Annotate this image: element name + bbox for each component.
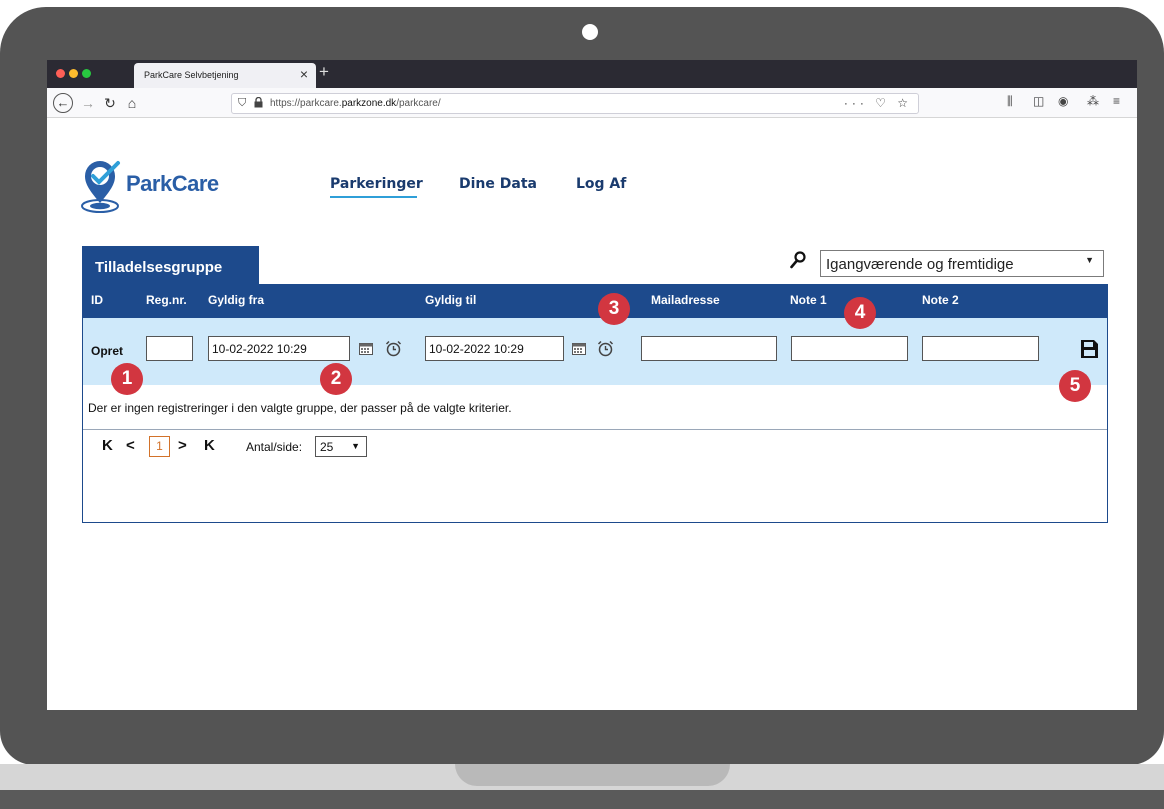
page-actions-icon[interactable]: ··· ♡ ☆ [844,96,912,110]
column-gyldig-fra[interactable]: Gyldig fra [208,293,264,307]
column-gyldig-til[interactable]: Gyldig til [425,293,476,307]
reload-icon[interactable]: ↻ [100,93,120,113]
column-note-2[interactable]: Note 2 [922,293,959,307]
search-icon [790,251,806,269]
callout-marker-1: 1 [111,363,143,395]
create-label: Opret [91,344,124,358]
page-content: ParkCare Parkeringer Dine Data Log Af Ti… [47,119,1137,710]
browser-tab-bar: ParkCare Selvbetjening × + [47,60,1137,88]
callout-marker-4: 4 [844,297,876,329]
shield-icon: ⛉ [238,97,247,109]
empty-message: Der er ingen registreringer i den valgte… [88,401,512,415]
alarm-clock-icon[interactable] [597,340,614,357]
filter-selected-value: Igangværende og fremtidige [826,256,1014,273]
note-2-input[interactable] [922,336,1039,361]
per-page-value: 25 [320,440,334,454]
webcam [582,24,598,40]
nav-log-af[interactable]: Log Af [576,176,626,192]
sidebar-icon[interactable]: ◫ [1033,94,1044,108]
permits-grid: ID Reg.nr. Gyldig fra Gyldig til Mailadr… [82,284,1108,523]
pager: K < 1 > K Antal/side: 25 ▼ [83,429,1107,462]
hamburger-menu-icon[interactable]: ≡ [1113,94,1120,108]
reg-nr-input[interactable] [146,336,193,361]
gyldig-fra-input[interactable]: 10-02-2022 10:29 [208,336,350,361]
address-bar[interactable]: ⛉ https://parkcare.parkzone.dk/parkcare/… [231,93,919,114]
note-1-input[interactable] [791,336,908,361]
home-icon[interactable]: ⌂ [122,93,142,113]
create-row: Opret 10-02-2022 10:29 10-02-2022 10:29 [83,318,1107,385]
new-tab-icon[interactable]: + [319,62,329,82]
per-page-label: Antal/side: [246,440,303,454]
calendar-icon[interactable] [359,343,373,355]
column-mailadresse[interactable]: Mailadresse [651,293,720,307]
close-window-button[interactable] [56,69,65,78]
column-reg-nr[interactable]: Reg.nr. [146,293,187,307]
tab-title: ParkCare Selvbetjening [144,70,239,80]
column-note-1[interactable]: Note 1 [790,293,827,307]
browser-toolbar: ← → ↻ ⌂ ⛉ https://parkcare.parkzone.dk/p… [47,88,1137,118]
alarm-clock-icon[interactable] [385,340,402,357]
parkcare-logo[interactable]: ParkCare [80,159,240,215]
chevron-down-icon: ▼ [1085,255,1094,265]
nav-parkeringer[interactable]: Parkeringer [330,176,423,192]
tab-close-icon[interactable]: × [300,66,308,82]
grid-header: ID Reg.nr. Gyldig fra Gyldig til Mailadr… [83,285,1107,318]
back-arrow-icon[interactable]: ← [53,93,73,113]
first-page-icon[interactable]: K [102,438,113,454]
library-icon[interactable]: ⫼ [1007,94,1013,109]
calendar-icon[interactable] [572,343,586,355]
location-pin-logo-icon [81,161,120,213]
account-icon[interactable]: ◉ [1058,94,1068,108]
callout-marker-3: 3 [598,293,630,325]
callout-marker-5: 5 [1059,370,1091,402]
laptop-notch [455,764,730,786]
screen: ParkCare Selvbetjening × + ← → ↻ ⌂ ⛉ htt… [47,60,1137,710]
url-text: https://parkcare.parkzone.dk/parkcare/ [270,98,441,109]
browser-tab[interactable]: ParkCare Selvbetjening × [134,63,316,88]
minimize-window-button[interactable] [69,69,78,78]
per-page-select[interactable]: 25 ▼ [315,436,367,457]
laptop-base-edge [0,790,1164,809]
forward-arrow-icon[interactable]: → [78,93,98,113]
lock-icon [254,96,263,111]
active-nav-underline [330,196,417,198]
extensions-icon[interactable]: ⁂ [1087,94,1099,108]
previous-page-icon[interactable]: < [126,438,135,454]
maximize-window-button[interactable] [82,69,91,78]
callout-marker-2: 2 [320,363,352,395]
chevron-down-icon: ▼ [351,441,360,451]
group-tab[interactable]: Tilladelsesgruppe [82,246,259,284]
nav-dine-data[interactable]: Dine Data [459,176,537,192]
column-id[interactable]: ID [91,293,103,307]
last-page-icon[interactable]: K [204,438,215,454]
logo-wordmark: ParkCare [126,171,219,196]
period-filter-select[interactable]: Igangværende og fremtidige ▼ [820,250,1104,277]
next-page-icon[interactable]: > [178,438,187,454]
mailadresse-input[interactable] [641,336,777,361]
save-icon[interactable] [1081,340,1098,358]
gyldig-til-input[interactable]: 10-02-2022 10:29 [425,336,564,361]
current-page[interactable]: 1 [149,436,170,457]
